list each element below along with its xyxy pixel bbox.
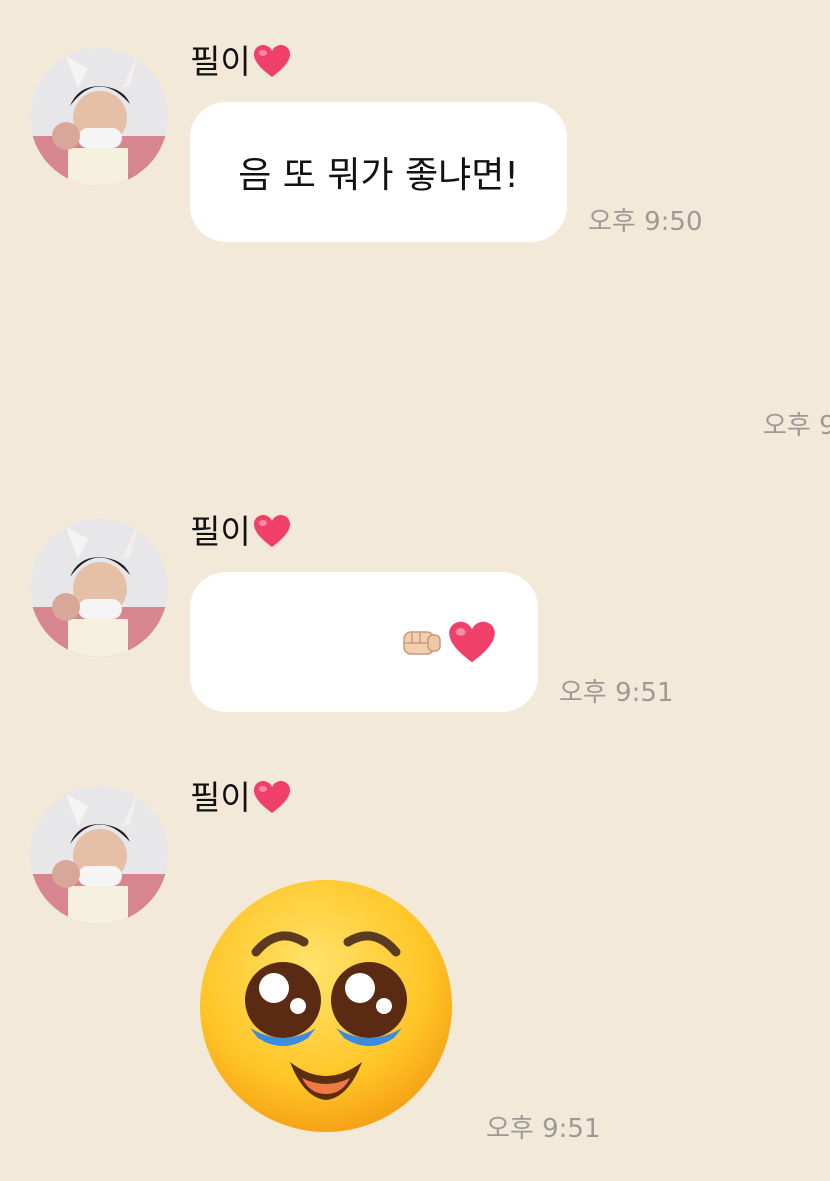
fist-icon bbox=[402, 626, 442, 662]
message-bubble[interactable] bbox=[190, 572, 538, 712]
message-time: 오후 9:51 bbox=[486, 1114, 601, 1144]
avatar[interactable] bbox=[30, 519, 168, 657]
heart-icon bbox=[253, 514, 291, 548]
heart-icon bbox=[253, 780, 291, 814]
sender-name: 필이 bbox=[190, 514, 291, 548]
message-bubble[interactable]: 음 또 뭐가 좋냐면! bbox=[190, 102, 567, 242]
heart-icon bbox=[448, 620, 496, 668]
avatar[interactable] bbox=[30, 48, 168, 186]
pleading-face-emoji[interactable] bbox=[198, 878, 454, 1134]
message-text: 음 또 뭐가 좋냐면! bbox=[238, 155, 519, 196]
avatar[interactable] bbox=[30, 786, 168, 924]
sender-label: 필이 bbox=[190, 777, 251, 817]
emoji-row bbox=[402, 620, 496, 668]
sender-name: 필이 bbox=[190, 780, 291, 814]
message-time: 오후 9 bbox=[763, 411, 830, 441]
sender-name: 필이 bbox=[190, 44, 291, 78]
message-time: 오후 9:51 bbox=[559, 678, 674, 708]
heart-icon bbox=[253, 44, 291, 78]
message-time: 오후 9:50 bbox=[588, 207, 703, 237]
sender-label: 필이 bbox=[190, 511, 251, 551]
sender-label: 필이 bbox=[190, 41, 251, 81]
